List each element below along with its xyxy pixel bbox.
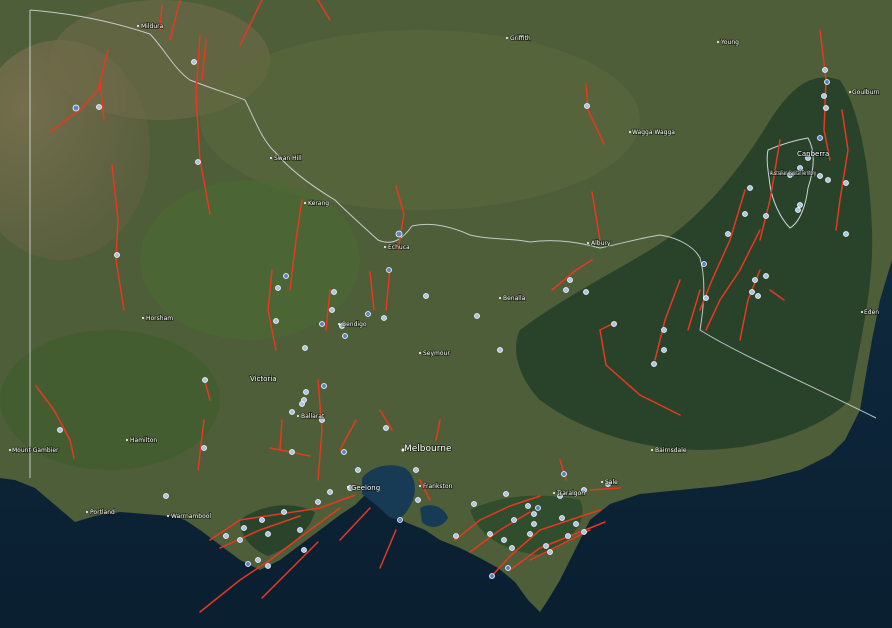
place-griffith: Griffith (510, 35, 531, 42)
place-geelong: Geelong (351, 484, 380, 492)
place-melbourne: Melbourne (404, 444, 452, 454)
place-young: Young (720, 39, 739, 46)
place-traralgon: Traralgon (556, 490, 585, 497)
place-hamilton: Hamilton (130, 437, 157, 444)
place-dot (419, 485, 421, 487)
place-dot (717, 41, 719, 43)
place-dot (587, 242, 589, 244)
place-dot (304, 202, 306, 204)
place-mtgambier: Mount Gambier (12, 447, 59, 454)
place-kerang: Kerang (308, 200, 329, 207)
place-bairnsdale: Bairnsdale (655, 447, 687, 454)
place-act: Australian Capital Territory (770, 170, 816, 177)
place-warrnambool: Warrnambool (171, 513, 211, 520)
place-dot (142, 317, 144, 319)
place-victoria: Victoria (250, 375, 277, 383)
place-dot (384, 246, 386, 248)
place-dot (167, 515, 169, 517)
place-dot (347, 486, 349, 488)
place-albury: Albury (591, 240, 611, 247)
place-dot (849, 91, 851, 93)
place-echuca: Echuca (388, 244, 410, 251)
place-sale: Sale (605, 479, 618, 486)
place-dot (126, 439, 128, 441)
place-dot (338, 323, 340, 325)
place-dot (861, 311, 863, 313)
place-dot (86, 511, 88, 513)
satellite-map[interactable]: Mildura Griffith Young Goulburn Wagga Wa… (0, 0, 892, 628)
place-dot (506, 37, 508, 39)
place-dot (297, 415, 299, 417)
place-horsham: Horsham (146, 315, 173, 322)
place-eden: Eden (864, 309, 879, 316)
place-dot (9, 449, 11, 451)
place-bendigo: Bendigo (342, 321, 367, 328)
place-dot (137, 25, 139, 27)
place-mildura: Mildura (141, 23, 164, 30)
place-dot (499, 297, 501, 299)
place-wagga: Wagga Wagga (632, 129, 675, 136)
place-dot (601, 481, 603, 483)
place-canberra: Canberra (797, 150, 829, 158)
map-canvas: Mildura Griffith Young Goulburn Wagga Wa… (0, 0, 892, 628)
place-seymour: Seymour (423, 350, 450, 357)
place-portland: Portland (90, 509, 115, 516)
place-frankston: Frankston (423, 483, 453, 490)
place-benalla: Benalla (503, 295, 526, 302)
place-dot (651, 449, 653, 451)
place-dot (270, 157, 272, 159)
place-dot (553, 492, 555, 494)
place-ballarat: Ballarat (301, 413, 325, 420)
place-goulburn: Goulburn (852, 89, 880, 96)
place-dot (629, 131, 631, 133)
place-dot (419, 352, 421, 354)
place-swanhill: Swan Hill (274, 155, 302, 162)
